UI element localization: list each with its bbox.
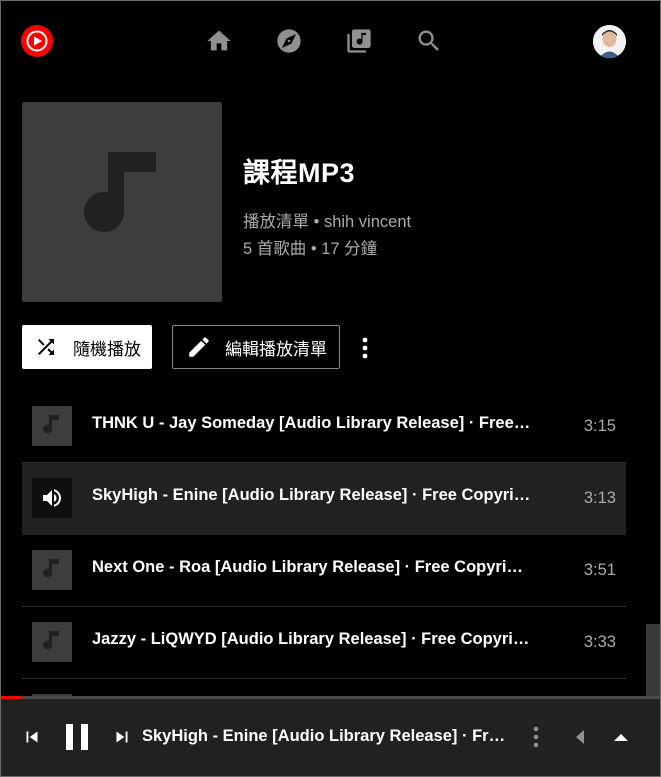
track-title: THNK U - Jay Someday [Audio Library Rele… bbox=[92, 414, 532, 432]
playlist-owner-meta: 播放清單 • shih vincent bbox=[243, 213, 412, 231]
more-options-icon[interactable] bbox=[353, 334, 377, 362]
playlist-cover bbox=[22, 102, 222, 302]
youtube-music-logo-icon[interactable] bbox=[21, 25, 53, 57]
now-playing-title[interactable]: SkyHigh - Enine [Audio Library Release] … bbox=[142, 727, 512, 746]
shuffle-icon bbox=[38, 339, 54, 355]
pencil-icon bbox=[189, 337, 209, 357]
shuffle-play-label: 隨機播放 bbox=[73, 339, 141, 359]
previous-track-icon[interactable] bbox=[21, 726, 43, 753]
track-title: Jazzy - LiQWYD [Audio Library Release] ·… bbox=[92, 630, 530, 648]
music-note-icon bbox=[43, 631, 59, 650]
volume-icon bbox=[43, 489, 61, 507]
track-thumbnail bbox=[32, 622, 72, 662]
account-avatar[interactable] bbox=[593, 25, 626, 58]
playlist-title: 課程MP3 bbox=[243, 158, 356, 188]
app-window: 課程MP3 播放清單 • shih vincent 5 首歌曲 • 17 分鐘 … bbox=[0, 0, 661, 777]
top-nav-bar bbox=[1, 1, 660, 81]
track-row-now-playing[interactable]: SkyHigh - Enine [Audio Library Release] … bbox=[22, 463, 626, 535]
track-list: THNK U - Jay Someday [Audio Library Rele… bbox=[22, 391, 626, 709]
library-icon[interactable] bbox=[345, 27, 373, 55]
scrollbar-thumb[interactable] bbox=[646, 624, 660, 697]
progress-bar-fill bbox=[1, 696, 21, 699]
track-row[interactable]: Jazzy - LiQWYD [Audio Library Release] ·… bbox=[22, 607, 626, 679]
home-icon[interactable] bbox=[205, 27, 233, 55]
shuffle-play-button[interactable]: 隨機播放 bbox=[22, 325, 152, 369]
track-title: Next One - Roa [Audio Library Release] ·… bbox=[92, 558, 532, 576]
left-arrow-icon[interactable] bbox=[571, 726, 589, 753]
track-thumbnail bbox=[32, 478, 72, 518]
search-icon[interactable] bbox=[415, 27, 443, 55]
progress-bar[interactable] bbox=[1, 696, 660, 699]
expand-up-icon[interactable] bbox=[609, 726, 633, 753]
explore-icon[interactable] bbox=[275, 27, 303, 55]
player-bar: SkyHigh - Enine [Audio Library Release] … bbox=[1, 696, 660, 776]
track-row[interactable]: Next One - Roa [Audio Library Release] ·… bbox=[22, 535, 626, 607]
edit-playlist-button[interactable]: 編輯播放清單 bbox=[172, 325, 340, 369]
track-duration: 3:33 bbox=[583, 633, 616, 651]
track-thumbnail bbox=[32, 550, 72, 590]
track-duration: 3:15 bbox=[583, 417, 616, 435]
next-track-icon[interactable] bbox=[111, 726, 133, 753]
playlist-stats-meta: 5 首歌曲 • 17 分鐘 bbox=[243, 240, 378, 258]
music-note-icon bbox=[43, 415, 59, 434]
track-row[interactable]: THNK U - Jay Someday [Audio Library Rele… bbox=[22, 391, 626, 463]
music-note-icon bbox=[43, 559, 59, 578]
edit-playlist-label: 編輯播放清單 bbox=[225, 339, 327, 359]
track-title: SkyHigh - Enine [Audio Library Release] … bbox=[92, 486, 532, 504]
pause-icon[interactable] bbox=[63, 722, 91, 757]
player-more-options-icon[interactable] bbox=[525, 724, 547, 755]
track-duration: 3:51 bbox=[583, 561, 616, 579]
music-note-icon bbox=[84, 152, 156, 232]
track-thumbnail bbox=[32, 406, 72, 446]
track-duration: 3:13 bbox=[583, 489, 616, 507]
